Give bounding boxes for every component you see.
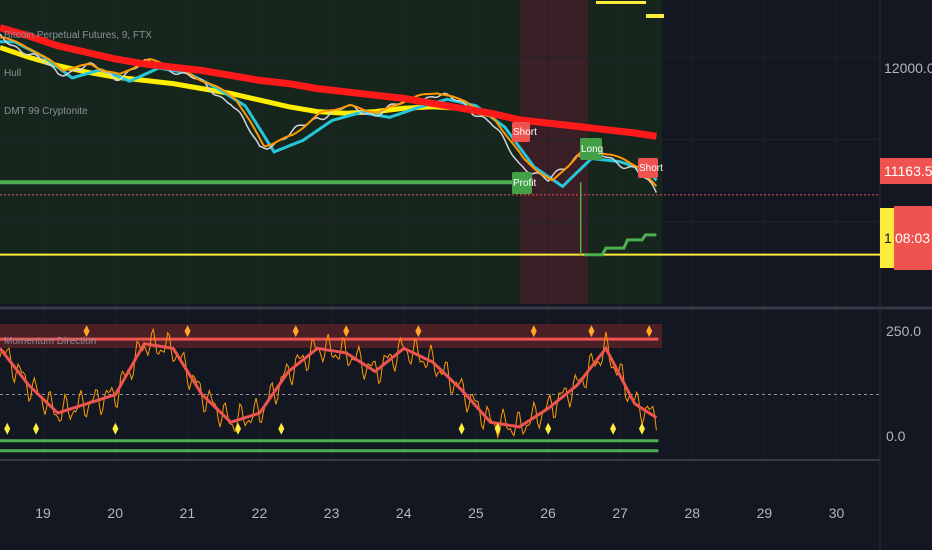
short-tag-b-label: Short	[639, 163, 663, 174]
countdown-label: 08:03	[895, 230, 930, 246]
osc-upper-band-zone	[0, 324, 662, 348]
level-stub-1	[596, 1, 646, 4]
level-badge-label: 1	[884, 230, 892, 246]
time-tick-21: 21	[180, 505, 196, 521]
osc-tick-0: 0.0	[886, 428, 906, 444]
osc-tick-250: 250.0	[886, 323, 921, 339]
long-tag-label: Long	[581, 144, 603, 155]
time-tick-22: 22	[252, 505, 268, 521]
time-tick-23: 23	[324, 505, 340, 521]
indicator-dmt[interactable]: DMT 99 Cryptonite	[4, 106, 88, 117]
time-tick-25: 25	[468, 505, 484, 521]
indicator-hull[interactable]: Hull	[4, 68, 21, 79]
highlight-zone	[520, 0, 588, 304]
time-tick-29: 29	[757, 505, 773, 521]
time-tick-26: 26	[540, 505, 556, 521]
price-tick-12000: 12000.0	[884, 60, 932, 76]
oscillator-title[interactable]: Momentum Direction	[4, 336, 96, 347]
time-tick-19: 19	[35, 505, 51, 521]
last-price-label: 11163.5	[884, 163, 932, 179]
profit-tag-label: Profit	[513, 178, 537, 189]
short-tag-a-label: Short	[513, 127, 537, 138]
price-chart[interactable]: Profit Long Short Short Bitcoin Perpetua…	[0, 0, 932, 550]
time-tick-28: 28	[684, 505, 700, 521]
time-tick-24: 24	[396, 505, 412, 521]
time-tick-30: 30	[829, 505, 845, 521]
time-tick-20: 20	[107, 505, 123, 521]
time-tick-27: 27	[612, 505, 628, 521]
level-stub-2	[646, 14, 664, 18]
symbol-title[interactable]: Bitcoin Perpetual Futures, 9, FTX	[4, 30, 152, 41]
